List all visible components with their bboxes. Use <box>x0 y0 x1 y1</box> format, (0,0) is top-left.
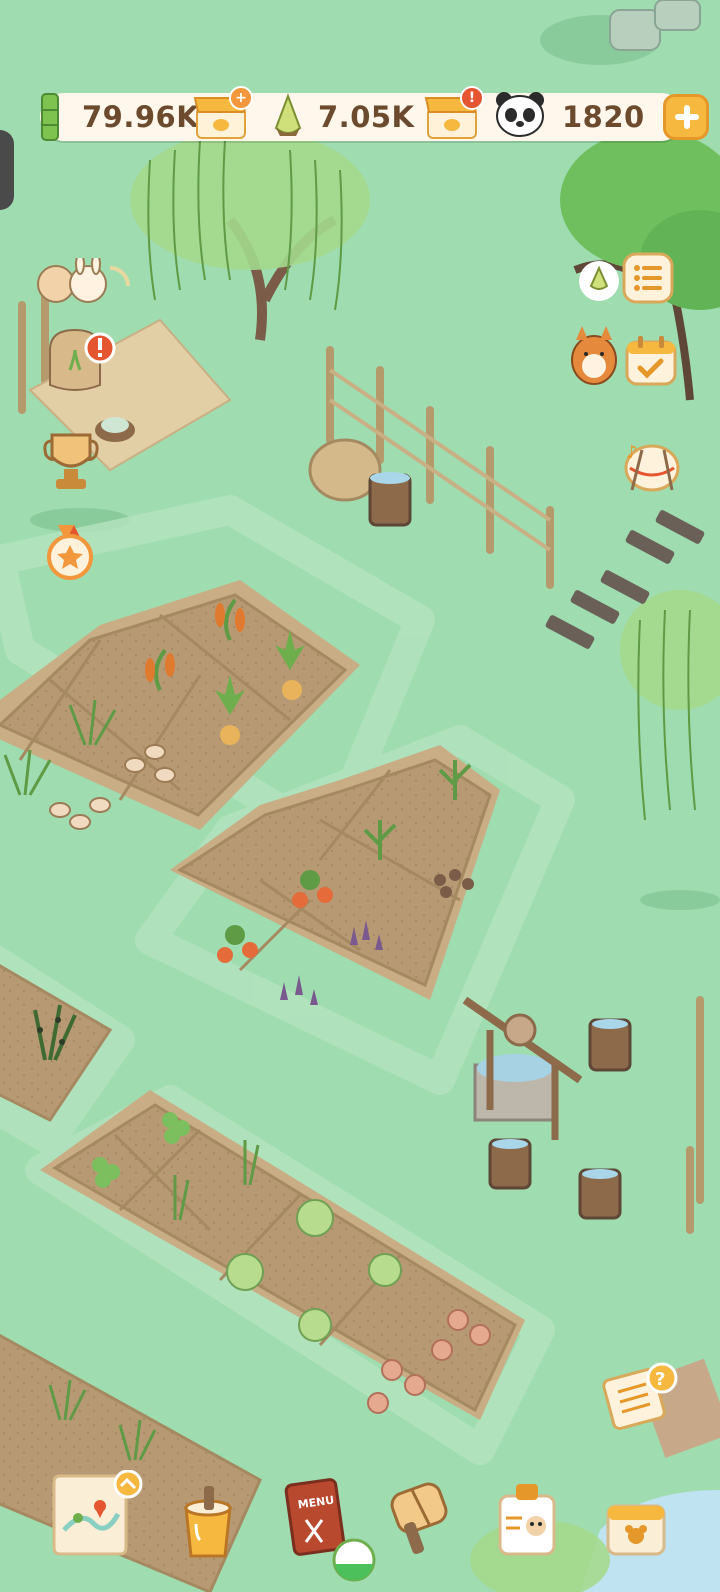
storage-box-button[interactable] <box>604 1496 670 1560</box>
fox-swing-character[interactable] <box>564 320 626 390</box>
panda-id-card-button[interactable] <box>496 1482 560 1560</box>
tool-mallet-button[interactable] <box>388 1482 452 1558</box>
farm-scene <box>0 0 720 1592</box>
svg-text:?: ? <box>655 1369 665 1390</box>
shop-icon[interactable]: + <box>193 86 253 140</box>
panda-icon <box>494 90 546 138</box>
seed-bag-button[interactable] <box>40 310 120 400</box>
music-drum-icon[interactable]: ♪ <box>622 438 680 494</box>
bamboo-shoot-bubble-icon[interactable] <box>576 260 622 306</box>
shop-icon[interactable]: ! <box>424 86 484 140</box>
calendar-check-icon[interactable] <box>624 334 678 386</box>
side-drawer-handle[interactable] <box>0 130 14 210</box>
shop-plus-badge: + <box>229 86 253 110</box>
bamboo-count: 79.96K <box>82 100 200 134</box>
bamboo-shoot-icon <box>268 92 308 140</box>
map-button[interactable] <box>48 1469 144 1558</box>
progress-orb <box>332 1538 376 1582</box>
friends-avatars-button[interactable] <box>34 253 134 304</box>
trophy-icon[interactable] <box>40 425 102 495</box>
svg-text:♪: ♪ <box>626 442 638 463</box>
bamboo-shoot-count: 7.05K <box>318 100 415 134</box>
shop-alert-badge: ! <box>460 86 484 110</box>
quest-notebook-icon[interactable]: ? <box>600 1362 680 1434</box>
paint-bucket-button[interactable] <box>176 1484 242 1560</box>
add-currency-button[interactable] <box>663 94 709 140</box>
panda-count: 1820 <box>562 100 645 134</box>
medal-icon[interactable] <box>44 523 96 581</box>
task-list-icon[interactable] <box>622 252 674 304</box>
bamboo-icon <box>34 92 66 142</box>
